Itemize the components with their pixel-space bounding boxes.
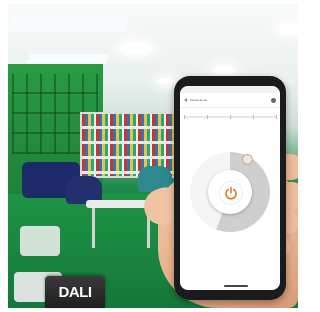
dimmer-dial[interactable]	[190, 152, 270, 232]
home-indicator	[224, 285, 248, 287]
ceiling-light	[118, 42, 154, 54]
app-title: Stand-alone	[190, 98, 208, 102]
smartphone: Stand-alone	[174, 76, 286, 300]
ceiling-light	[278, 24, 298, 34]
dali-logo-text: DALI	[58, 283, 93, 301]
phone-screen: Stand-alone	[180, 86, 280, 290]
app-bar: Stand-alone	[180, 93, 280, 108]
scale-tick	[207, 115, 208, 119]
skylight	[8, 14, 133, 32]
ceiling-light	[213, 66, 235, 74]
ceiling-light	[158, 78, 174, 84]
stool	[20, 226, 60, 256]
scale-tick	[230, 115, 231, 119]
scale-bar	[184, 115, 277, 119]
dali-logo-badge: DALI	[45, 276, 105, 308]
status-bar	[180, 86, 280, 93]
power-glyph	[225, 186, 237, 200]
power-icon[interactable]	[219, 181, 243, 205]
scale-tick	[276, 115, 277, 119]
photo-scene: Stand-alone	[8, 4, 298, 308]
skylight	[25, 54, 111, 64]
scale-tick	[184, 115, 185, 119]
dial-knob[interactable]	[242, 154, 253, 165]
menu-icon[interactable]	[271, 97, 276, 103]
scale-tick	[253, 115, 254, 119]
back-arrow-icon[interactable]	[184, 98, 187, 102]
